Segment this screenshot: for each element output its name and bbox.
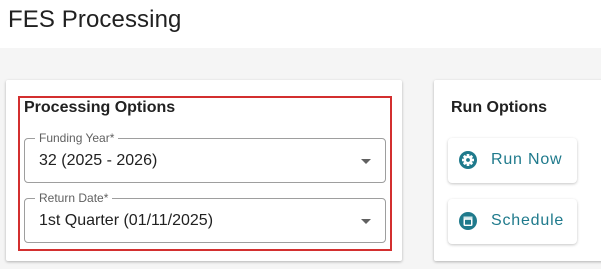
page-title: FES Processing xyxy=(8,6,182,33)
calendar-icon xyxy=(458,211,478,231)
return-date-value: 1st Quarter (01/11/2025) xyxy=(39,212,214,229)
funding-year-select[interactable]: Funding Year* 32 (2025 - 2026) xyxy=(24,131,386,183)
schedule-label: Schedule xyxy=(491,212,565,229)
caret-down-icon[interactable] xyxy=(361,219,371,224)
caret-down-icon[interactable] xyxy=(361,159,371,164)
gear-icon xyxy=(458,150,478,170)
funding-year-label: Funding Year* xyxy=(35,131,119,145)
page-header: FES Processing xyxy=(0,0,601,48)
return-date-label: Return Date* xyxy=(35,191,113,205)
processing-options-title: Processing Options xyxy=(24,99,176,116)
run-now-label: Run Now xyxy=(491,151,563,168)
run-options-title: Run Options xyxy=(451,99,547,116)
schedule-button[interactable]: Schedule xyxy=(448,199,577,244)
funding-year-value: 32 (2025 - 2026) xyxy=(39,152,158,169)
run-now-button[interactable]: Run Now xyxy=(448,138,577,183)
return-date-select[interactable]: Return Date* 1st Quarter (01/11/2025) xyxy=(24,191,386,243)
